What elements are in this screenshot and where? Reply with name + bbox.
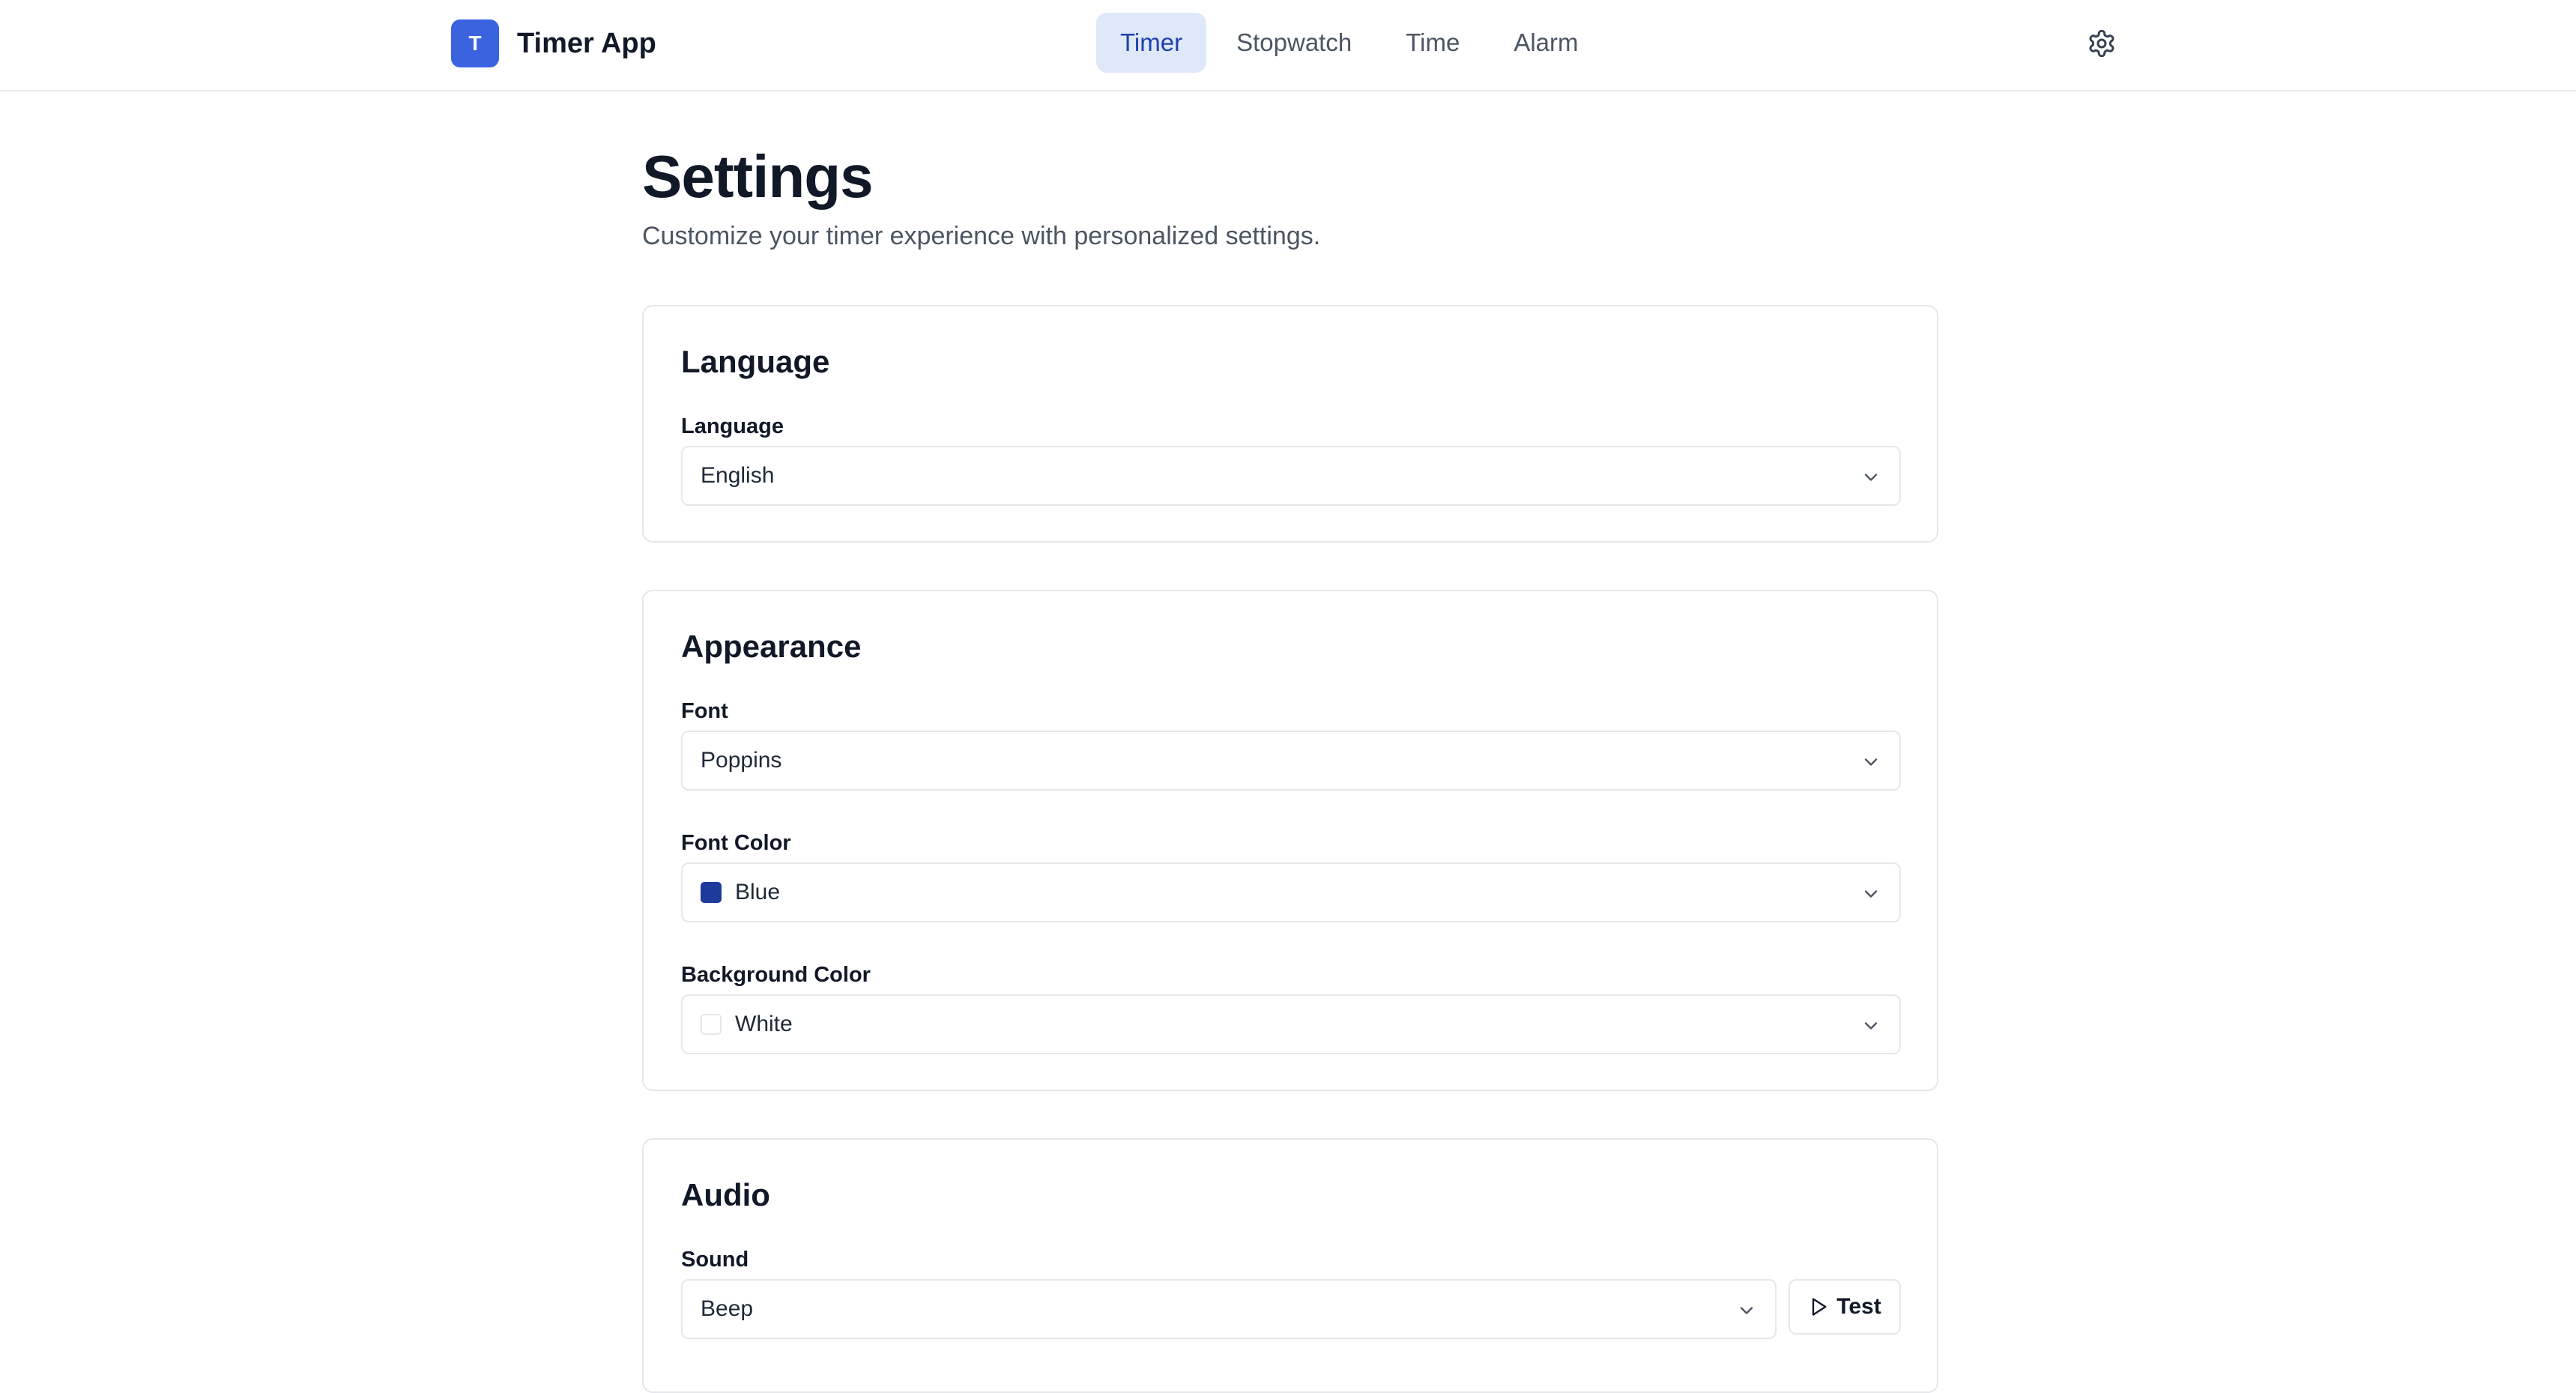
font-label: Font	[681, 699, 728, 723]
page-subtitle: Customize your timer experience with per…	[642, 222, 1321, 250]
font-select[interactable]: Poppins	[681, 731, 1901, 791]
chevron-down-icon	[1864, 758, 1878, 766]
app-logo: T	[451, 19, 499, 67]
test-sound-button[interactable]: Test	[1789, 1279, 1901, 1335]
chevron-down-icon	[1864, 1022, 1878, 1030]
brand[interactable]: T Timer App	[451, 19, 656, 67]
language-select[interactable]: English	[681, 446, 1901, 506]
app-name: Timer App	[517, 27, 656, 59]
chevron-down-icon	[1864, 474, 1878, 481]
settings-button[interactable]	[2084, 25, 2120, 61]
sound-select-value: Beep	[701, 1296, 754, 1321]
font-color-select-value: Blue	[735, 880, 781, 904]
tab-timer[interactable]: Timer	[1096, 13, 1207, 73]
background-color-select-value: White	[735, 1012, 793, 1036]
page-title: Settings	[642, 143, 874, 210]
sound-select[interactable]: Beep	[681, 1279, 1777, 1339]
appearance-card: Appearance Font Poppins Font Color Blue …	[642, 590, 1938, 1091]
chevron-down-icon	[1864, 890, 1878, 898]
language-section-title: Language	[681, 344, 830, 379]
font-select-value: Poppins	[701, 748, 782, 773]
audio-section-title: Audio	[681, 1177, 770, 1212]
top-navigation-bar: T Timer App Timer Stopwatch Time Alarm	[0, 0, 2576, 91]
tab-stopwatch[interactable]: Stopwatch	[1212, 13, 1376, 73]
language-card: Language Language English	[642, 305, 1938, 543]
background-color-select[interactable]: White	[681, 994, 1901, 1054]
chevron-down-icon	[1740, 1307, 1753, 1314]
language-select-value: English	[701, 463, 775, 488]
language-label: Language	[681, 414, 784, 438]
font-color-label: Font Color	[681, 831, 791, 855]
main-tabs: Timer Stopwatch Time Alarm	[1096, 13, 1609, 73]
background-color-swatch	[701, 1014, 722, 1035]
play-icon	[1812, 1298, 1827, 1316]
appearance-section-title: Appearance	[681, 629, 862, 664]
test-button-label: Test	[1836, 1294, 1881, 1319]
background-color-label: Background Color	[681, 963, 871, 987]
font-color-swatch	[701, 882, 722, 903]
tab-time[interactable]: Time	[1382, 13, 1484, 73]
font-color-select[interactable]: Blue	[681, 862, 1901, 922]
audio-card: Audio Sound Beep Test	[642, 1138, 1938, 1393]
gear-icon	[2089, 29, 2114, 58]
sound-label: Sound	[681, 1248, 749, 1272]
tab-alarm[interactable]: Alarm	[1490, 13, 1602, 73]
